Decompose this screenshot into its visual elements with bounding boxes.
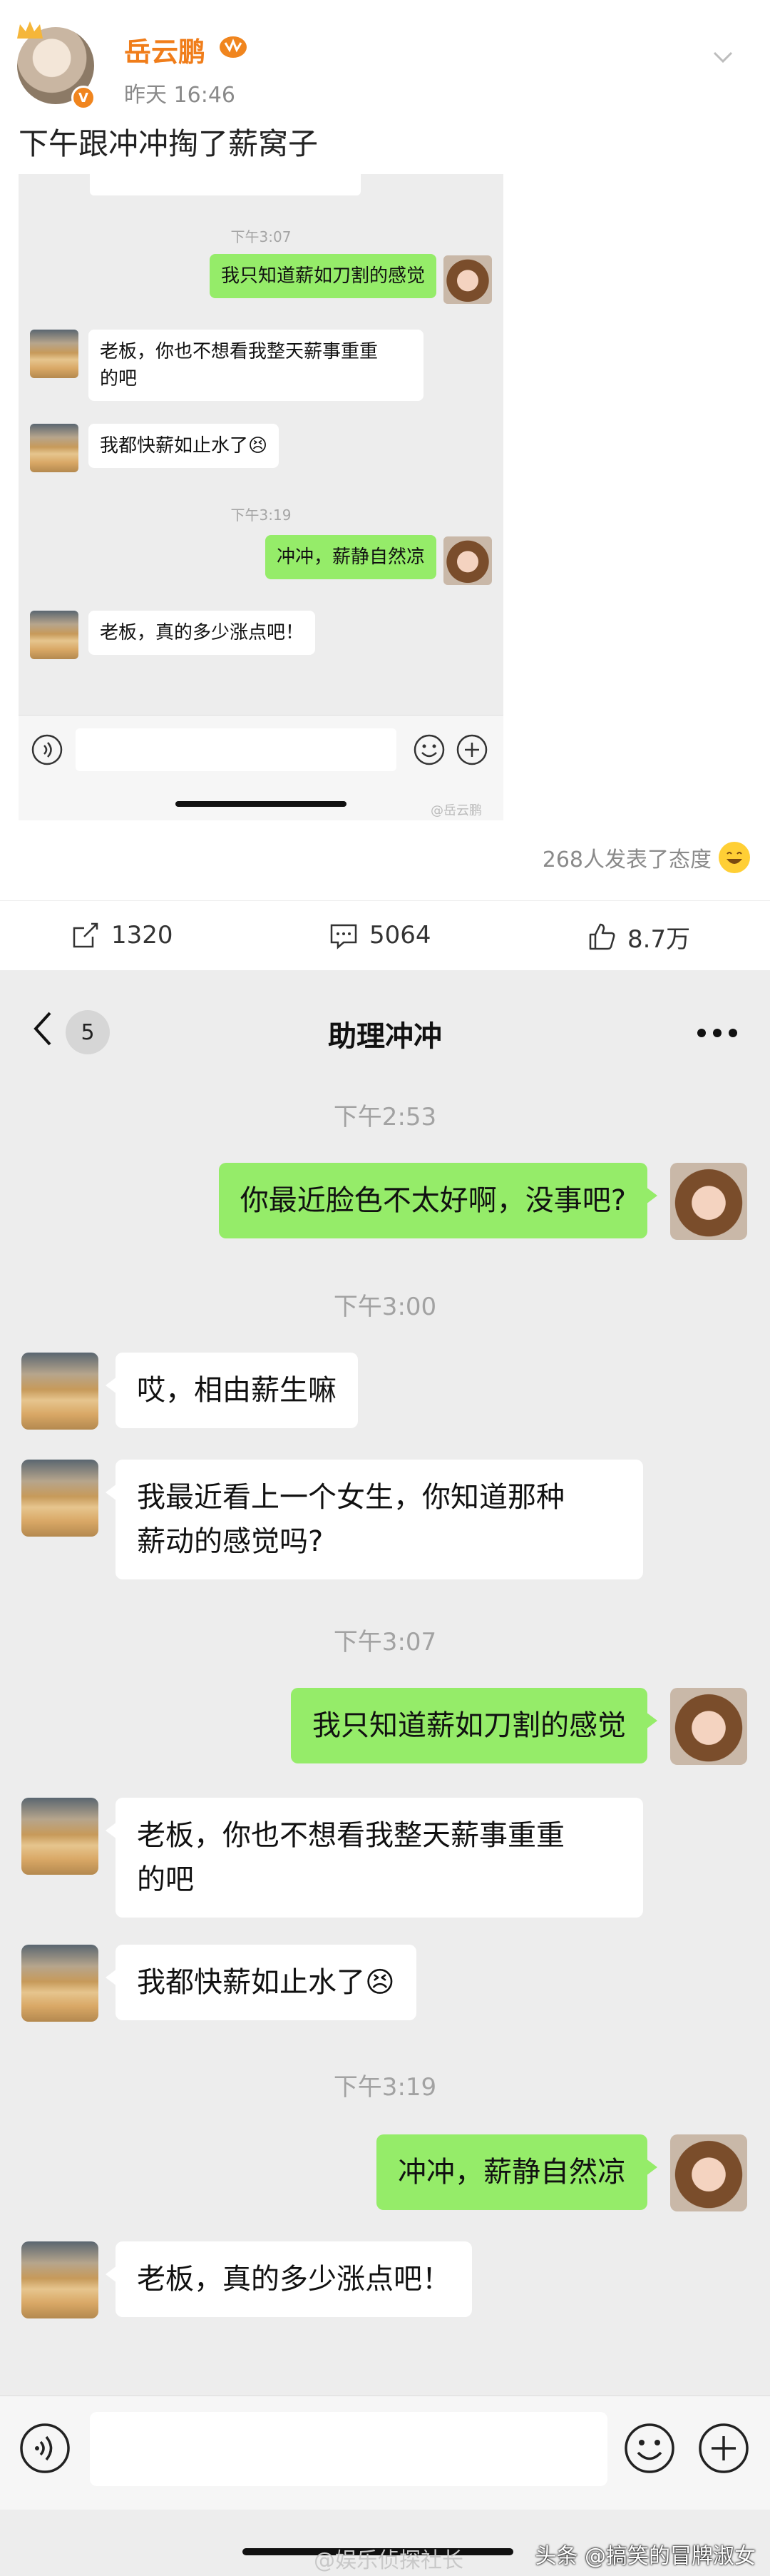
comment-button[interactable]: 5064: [328, 920, 431, 951]
image-watermark: @岳云鹏: [431, 803, 482, 818]
received-bubble: 老板，真的多少涨点吧！: [88, 611, 316, 655]
self-avatar[interactable]: [670, 1163, 747, 1240]
timestamp: 下午3:19: [333, 2073, 437, 2102]
self-avatar: [443, 536, 492, 585]
message-input[interactable]: [90, 2412, 607, 2486]
message-line: 我最近看上一个女生，你知道那种: [137, 1481, 565, 1514]
received-bubble: 老板，你也不想看我整天薪事重重 的吧: [88, 330, 423, 401]
chat-header: 5 助理冲冲: [0, 970, 770, 1091]
chat-title: 助理冲冲: [328, 1020, 442, 1053]
vip-icon: [220, 36, 247, 58]
more-icon[interactable]: [696, 1027, 739, 1039]
timestamp: 下午3:07: [230, 228, 292, 245]
self-avatar[interactable]: [670, 2134, 747, 2211]
message-text: 我都快薪如止水了😣: [137, 1966, 395, 1999]
contact-avatar: [30, 611, 78, 659]
wechat-chat-screen: 5 助理冲冲 下午2:53 你最近脸色不太好啊，没事吧? 下午3:00 哎，相由…: [0, 970, 770, 2576]
message-text: 我只知道薪如刀割的感觉: [312, 1709, 626, 1742]
emoji-icon[interactable]: [412, 733, 446, 767]
contact-avatar: [30, 330, 78, 378]
message-line: 薪动的感觉吗?: [137, 1525, 324, 1558]
received-bubble[interactable]: 哎，相由薪生嘛: [106, 1353, 358, 1428]
verified-badge-icon: V: [71, 86, 96, 110]
like-count: 8.7万: [627, 925, 691, 954]
received-bubble: 我都快薪如止水了😣: [88, 424, 279, 468]
message-text: 哎，相由薪生嘛: [137, 1374, 337, 1407]
message-input[interactable]: [76, 728, 396, 771]
plus-icon[interactable]: [697, 2422, 750, 2475]
repost-icon: [73, 922, 98, 948]
message-text: 你最近脸色不太好啊，没事吧?: [240, 1184, 626, 1217]
received-bubble[interactable]: 老板，你也不想看我整天薪事重重 的吧: [106, 1798, 643, 1918]
post-time: 昨天 16:46: [124, 83, 235, 108]
reactions-summary[interactable]: 268人发表了态度: [543, 842, 750, 873]
sent-bubble[interactable]: 你最近脸色不太好啊，没事吧?: [218, 1163, 658, 1238]
contact-avatar[interactable]: [21, 1945, 98, 2022]
sent-bubble[interactable]: 冲冲，薪静自然凉: [376, 2134, 657, 2210]
received-bubble[interactable]: 我都快薪如止水了😣: [106, 1945, 416, 2020]
message-line: 老板，你也不想看我整天薪事重重: [137, 1819, 565, 1852]
reactions-text: 268人发表了态度: [542, 847, 712, 872]
post-text: 下午跟冲冲掏了薪窝子: [19, 126, 319, 161]
contact-avatar[interactable]: [21, 1353, 98, 1430]
plus-icon[interactable]: [455, 733, 489, 767]
contact-avatar: [30, 424, 78, 472]
voice-icon[interactable]: [19, 2422, 71, 2475]
message-line: 老板，你也不想看我整天薪事重重: [100, 341, 379, 362]
contact-avatar[interactable]: [21, 1460, 98, 1537]
sent-bubble: 我只知道薪如刀割的感觉: [209, 254, 436, 298]
timestamp: 下午3:07: [333, 1628, 437, 1656]
post-action-bar: 1320 5064 8.7万: [0, 900, 770, 970]
message-line: 的吧: [137, 1863, 194, 1896]
contact-avatar[interactable]: [21, 1798, 98, 1875]
watermark-source: 头条 @搞笑的冒牌淑女: [535, 2544, 756, 2569]
user-name[interactable]: 岳云鹏: [124, 30, 205, 69]
message-text: 老板，真的多少涨点吧！: [100, 622, 304, 643]
post-image[interactable]: 下午3:07 我只知道薪如刀割的感觉 老板，你也不想看我整天薪事重重 的吧 我都…: [19, 174, 503, 820]
weibo-post: V 岳云鹏 昨天 16:46 下午跟冲冲掏了薪窝子 下午3:07 我只知道薪如刀…: [0, 0, 770, 970]
self-avatar[interactable]: [670, 1688, 747, 1765]
received-bubble[interactable]: 我最近看上一个女生，你知道那种 薪动的感觉吗?: [106, 1460, 643, 1579]
home-indicator: [175, 801, 346, 807]
received-bubble[interactable]: 老板，真的多少涨点吧！: [106, 2241, 472, 2317]
voice-icon[interactable]: [30, 733, 64, 767]
message-text: 我只知道薪如刀割的感觉: [220, 265, 425, 287]
watermark-center: @娱乐侦探社长: [314, 2548, 463, 2573]
message-text: 冲冲，薪静自然凉: [398, 2156, 626, 2189]
user-avatar[interactable]: V: [17, 21, 96, 110]
timestamp: 下午3:00: [333, 1293, 437, 1321]
message-text: 我都快薪如止水了😣: [100, 435, 268, 457]
repost-count: 1320: [111, 921, 173, 950]
message-text: 冲冲，薪静自然凉: [276, 546, 425, 568]
message-text: 老板，真的多少涨点吧！: [137, 2263, 451, 2296]
self-avatar: [443, 255, 492, 304]
comment-count: 5064: [369, 921, 431, 950]
screenshot-page: V 岳云鹏 昨天 16:46 下午跟冲冲掏了薪窝子 下午3:07 我只知道薪如刀…: [0, 0, 770, 2576]
thumbs-up-icon: [589, 923, 615, 950]
emoji-icon[interactable]: [623, 2422, 676, 2475]
timestamp: 下午3:19: [230, 506, 292, 524]
like-button[interactable]: 8.7万: [586, 920, 690, 954]
cut-bubble: [90, 174, 361, 195]
smile-emoji-icon: [719, 842, 750, 873]
chevron-down-icon[interactable]: [709, 43, 737, 71]
post-header: V 岳云鹏 昨天 16:46: [17, 13, 751, 110]
sent-bubble: 冲冲，薪静自然凉: [265, 535, 436, 579]
sent-bubble[interactable]: 我只知道薪如刀割的感觉: [291, 1688, 657, 1763]
contact-avatar[interactable]: [21, 2241, 98, 2318]
crown-icon: [17, 21, 43, 39]
comment-icon: [330, 924, 357, 950]
chat-input-bar: [0, 2396, 770, 2510]
timestamp: 下午2:53: [333, 1103, 437, 1131]
repost-button[interactable]: 1320: [70, 920, 173, 951]
message-line: 的吧: [100, 368, 138, 390]
